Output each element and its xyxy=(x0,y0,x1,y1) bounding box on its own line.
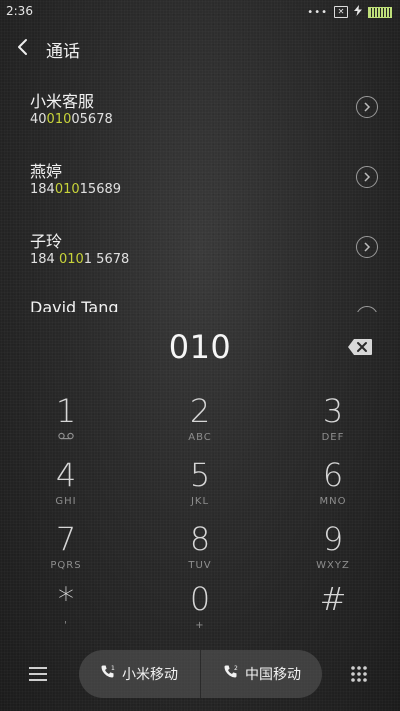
key-5[interactable]: 5 JKL xyxy=(140,456,260,518)
call-sim2-button[interactable]: 2 中国移动 xyxy=(202,650,322,698)
contact-row[interactable]: David Tang xyxy=(0,290,400,312)
contact-row[interactable]: 子玲 184 0101 5678 xyxy=(0,220,400,290)
backspace-icon[interactable] xyxy=(347,338,373,356)
sim2-label: 中国移动 xyxy=(245,667,301,683)
key-digit: 5 xyxy=(189,456,211,494)
contact-detail-button[interactable] xyxy=(356,236,378,258)
key-2[interactable]: 2 ABC xyxy=(140,392,260,454)
svg-text:1: 1 xyxy=(111,665,115,672)
key-digit: 6 xyxy=(322,456,344,494)
contact-number: 4001005678 xyxy=(30,112,113,127)
notification-dots-icon: ••• xyxy=(307,6,328,18)
key-8[interactable]: 8 TUV xyxy=(140,520,260,582)
contact-results-list: 小米客服 4001005678 燕婷 18401015689 子玲 184 01… xyxy=(0,80,400,312)
voicemail-icon xyxy=(6,432,126,444)
key-letters: PQRS xyxy=(50,560,82,571)
contact-detail-button[interactable] xyxy=(356,166,378,188)
key-digit: # xyxy=(319,580,347,618)
back-arrow-icon[interactable] xyxy=(14,36,32,58)
page-title: 通话 xyxy=(46,42,80,62)
key-letters: ABC xyxy=(188,432,212,443)
dialpad-icon[interactable] xyxy=(350,665,368,683)
contact-name: 子玲 xyxy=(30,232,63,251)
contact-name: 小米客服 xyxy=(30,92,95,111)
key-letters: MNO xyxy=(319,496,347,507)
contact-detail-button[interactable] xyxy=(356,306,378,312)
contact-row[interactable]: 小米客服 4001005678 xyxy=(0,80,400,150)
phone-icon: 1 xyxy=(100,664,116,684)
key-7[interactable]: 7 PQRS xyxy=(6,520,126,582)
key-letters xyxy=(273,620,393,632)
key-digit: 9 xyxy=(322,520,344,558)
sim1-label: 小米移动 xyxy=(122,667,178,683)
key-digit: * xyxy=(58,580,74,618)
status-icons: ••• ✕ xyxy=(307,5,392,19)
key-hash[interactable]: # xyxy=(273,580,393,642)
key-digit: 8 xyxy=(189,520,211,558)
key-0[interactable]: 0 + xyxy=(140,580,260,642)
key-9[interactable]: 9 WXYZ xyxy=(273,520,393,582)
no-sim-icon: ✕ xyxy=(334,6,348,18)
key-digit: 7 xyxy=(55,520,77,558)
header: 通话 xyxy=(0,30,400,66)
dialpad: 1 2 ABC 3 DEF 4 GHI 5 JKL 6 MNO 7 PQRS 8… xyxy=(0,384,400,640)
chevron-right-icon xyxy=(364,172,371,182)
contact-detail-button[interactable] xyxy=(356,96,378,118)
charging-icon xyxy=(354,5,362,19)
key-letters: JKL xyxy=(190,496,210,507)
key-digit: 0 xyxy=(189,580,211,618)
dialed-number: 010 xyxy=(168,328,232,366)
contact-row[interactable]: 燕婷 18401015689 xyxy=(0,150,400,220)
key-4[interactable]: 4 GHI xyxy=(6,456,126,518)
svg-text:2: 2 xyxy=(234,665,238,672)
key-3[interactable]: 3 DEF xyxy=(273,392,393,454)
contact-name: David Tang xyxy=(30,298,119,312)
key-digit: 3 xyxy=(322,392,344,430)
dial-display: 010 xyxy=(0,326,400,372)
status-time: 2:36 xyxy=(6,4,33,18)
key-letters: TUV xyxy=(188,560,212,571)
battery-icon xyxy=(368,6,392,18)
key-letters: ' xyxy=(64,620,68,631)
key-letters: GHI xyxy=(55,496,77,507)
pill-divider xyxy=(200,650,201,698)
contact-name: 燕婷 xyxy=(30,162,63,181)
key-letters: WXYZ xyxy=(316,560,350,571)
contact-number: 18401015689 xyxy=(30,182,122,197)
key-digit: 1 xyxy=(55,392,77,430)
key-1[interactable]: 1 xyxy=(6,392,126,454)
key-letters: + xyxy=(195,620,205,631)
key-digit: 4 xyxy=(55,456,77,494)
key-letters: DEF xyxy=(321,432,345,443)
chevron-right-icon xyxy=(364,102,371,112)
bottom-bar: 1 小米移动 2 中国移动 xyxy=(0,648,400,704)
call-sim-selector: 1 小米移动 2 中国移动 xyxy=(79,650,322,698)
key-6[interactable]: 6 MNO xyxy=(273,456,393,518)
menu-icon[interactable] xyxy=(29,666,47,682)
contact-number: 184 0101 5678 xyxy=(30,252,130,267)
chevron-right-icon xyxy=(364,242,371,252)
key-star[interactable]: * ' xyxy=(6,580,126,642)
status-bar: 2:36 ••• ✕ xyxy=(0,0,400,24)
key-digit: 2 xyxy=(189,392,211,430)
call-sim1-button[interactable]: 1 小米移动 xyxy=(79,650,199,698)
phone-icon: 2 xyxy=(223,664,239,684)
